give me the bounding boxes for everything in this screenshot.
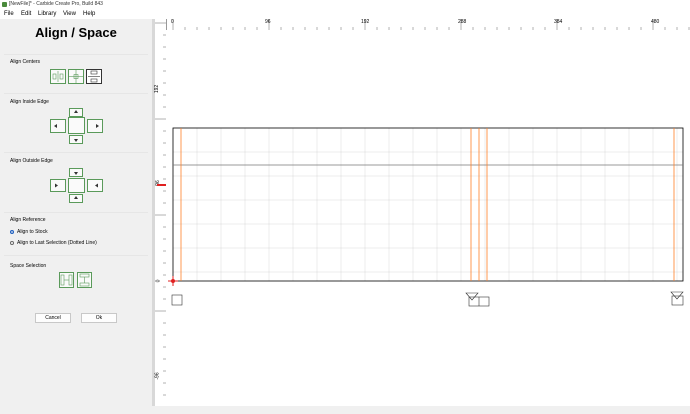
menu-file[interactable]: File — [4, 11, 14, 17]
menu-edit[interactable]: Edit — [21, 11, 31, 17]
ruler-label-192: 192 — [361, 19, 370, 25]
align-center-horizontal-button[interactable] — [50, 69, 66, 84]
arrow-down-icon — [74, 172, 78, 175]
ruler-label-288: 288 — [458, 19, 467, 25]
align-outside-top-button[interactable] — [69, 168, 83, 177]
design-canvas[interactable] — [166, 30, 690, 406]
space-horizontal-icon — [60, 274, 73, 286]
triangle-marker-shape[interactable] — [465, 292, 479, 301]
align-to-last-selection-radio[interactable] — [10, 241, 14, 245]
divider — [4, 152, 148, 153]
align-inside-top-button[interactable] — [69, 108, 83, 117]
align-outside-left-button[interactable] — [50, 179, 66, 192]
align-to-last-selection-label: Align to Last Selection (Dotted Line) — [17, 240, 97, 246]
align-outside-bottom-button[interactable] — [69, 194, 83, 203]
align-outside-center-box — [68, 178, 85, 193]
align-inside-left-button[interactable] — [50, 119, 66, 133]
window-title: [NewFile]* - Carbide Create Pro, Build 8… — [9, 1, 103, 7]
align-to-stock-label: Align to Stock — [17, 229, 48, 235]
panel-title: Align / Space — [35, 25, 117, 40]
title-bar: [NewFile]* - Carbide Create Pro, Build 8… — [0, 0, 690, 9]
align-center-horizontal-icon — [52, 71, 64, 82]
small-square-shape[interactable] — [171, 294, 183, 306]
arrow-up-icon — [74, 196, 78, 199]
space-vertical-button[interactable] — [77, 272, 92, 288]
align-center-vertical-icon — [88, 70, 100, 83]
menu-bar: File Edit Library View Help — [0, 9, 690, 19]
stock-outline — [172, 127, 684, 282]
arrow-right-icon — [96, 124, 99, 128]
vertical-ruler-ticks — [155, 22, 166, 396]
arrow-left-icon — [95, 183, 98, 188]
menu-view[interactable]: View — [63, 11, 76, 17]
align-inside-right-button[interactable] — [87, 119, 103, 133]
triangle-marker-shape[interactable] — [670, 291, 684, 300]
small-rect-shape[interactable] — [671, 295, 684, 306]
align-outside-edge-label: Align Outside Edge — [10, 158, 53, 164]
align-space-panel: Align / Space Align Centers Align Inside… — [0, 19, 152, 406]
space-horizontal-button[interactable] — [59, 272, 74, 288]
ruler-label-96: 96 — [265, 19, 271, 25]
divider — [4, 212, 148, 213]
align-outside-right-button[interactable] — [87, 179, 103, 192]
align-to-stock-radio[interactable] — [10, 230, 14, 234]
space-selection-label: Space Selection — [10, 263, 47, 269]
ruler-label-0: 0 — [171, 19, 174, 25]
divider — [4, 255, 148, 256]
divider — [4, 54, 148, 55]
arrow-down-icon — [74, 139, 78, 142]
align-center-both-icon — [69, 70, 83, 83]
menu-help[interactable]: Help — [83, 11, 95, 17]
ruler-label-192-v: 192 — [154, 84, 161, 94]
ruler-position-marker — [157, 184, 166, 186]
align-inside-edge-label: Align Inside Edge — [10, 99, 49, 105]
ruler-label-neg96-v: -96 — [154, 372, 161, 380]
divider — [4, 93, 148, 94]
horizontal-ruler-ticks — [172, 19, 690, 30]
ruler-label-480: 480 — [651, 19, 660, 25]
ruler-label-384: 384 — [554, 19, 563, 25]
menu-library[interactable]: Library — [38, 11, 56, 17]
arrow-left-icon — [54, 124, 57, 128]
align-center-vertical-button[interactable] — [86, 69, 102, 84]
status-bar — [0, 406, 690, 414]
canvas-drawing — [168, 127, 684, 307]
cancel-button[interactable]: Cancel — [35, 313, 71, 323]
align-centers-label: Align Centers — [10, 59, 41, 65]
align-inside-center-box — [68, 117, 85, 134]
origin-marker — [168, 276, 178, 286]
ruler-label-0-v: 0 — [155, 279, 162, 283]
space-vertical-icon — [79, 273, 90, 287]
ok-button[interactable]: Ok — [81, 313, 117, 323]
align-center-both-button[interactable] — [68, 69, 84, 84]
arrow-right-icon — [55, 183, 58, 188]
align-inside-bottom-button[interactable] — [69, 135, 83, 144]
app-icon — [2, 2, 7, 7]
arrow-up-icon — [74, 110, 78, 113]
align-reference-label: Align Reference — [10, 217, 46, 223]
grid — [173, 128, 683, 281]
